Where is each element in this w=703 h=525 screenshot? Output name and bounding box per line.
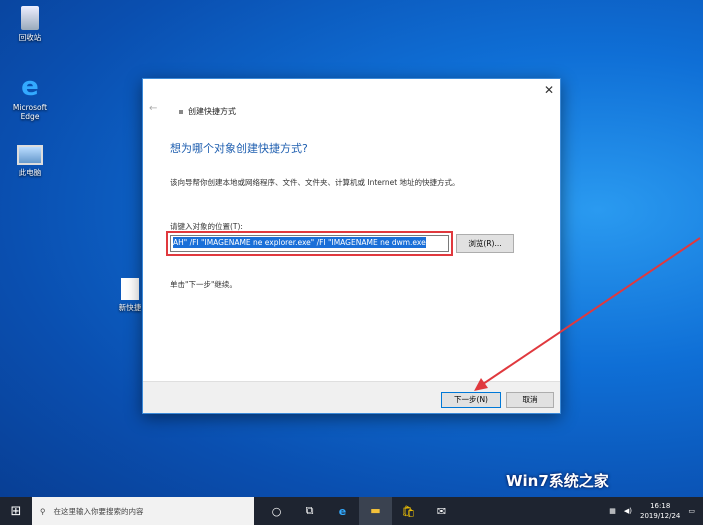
volume-icon[interactable]: ◀) [624,507,632,515]
mail-icon[interactable]: ✉ [425,505,458,518]
search-placeholder: 在这里输入你要搜索的内容 [53,506,144,516]
date: 2019/12/24 [640,512,681,520]
search-box[interactable]: ⚲ 在这里输入你要搜索的内容 [32,497,254,525]
cortana-icon[interactable]: ○ [260,505,293,518]
network-icon[interactable]: ▦ [609,507,616,515]
red-arrow-annotation [474,237,701,391]
file-explorer-icon[interactable]: ▬ [359,497,392,525]
windows-start-icon[interactable]: ⊞ [0,504,32,519]
notification-icon[interactable]: ▭ [688,507,695,515]
store-icon[interactable]: 🛍 [392,505,425,518]
taskbar: ⊞ ⚲ 在这里输入你要搜索的内容 ○ ⧉ e ▬ 🛍 ✉ ▦ ◀) 16:18 20… [0,497,703,525]
system-tray: ▦ ◀) 16:18 2019/12/24 ▭ [609,501,703,521]
search-icon: ⚲ [40,506,46,516]
edge-taskbar-icon[interactable]: e [326,505,359,518]
clock[interactable]: 16:18 2019/12/24 [640,501,680,521]
task-view-icon[interactable]: ⧉ [293,504,326,518]
watermark-logo: Win7系统之家 [506,472,609,490]
time: 16:18 [650,502,671,510]
